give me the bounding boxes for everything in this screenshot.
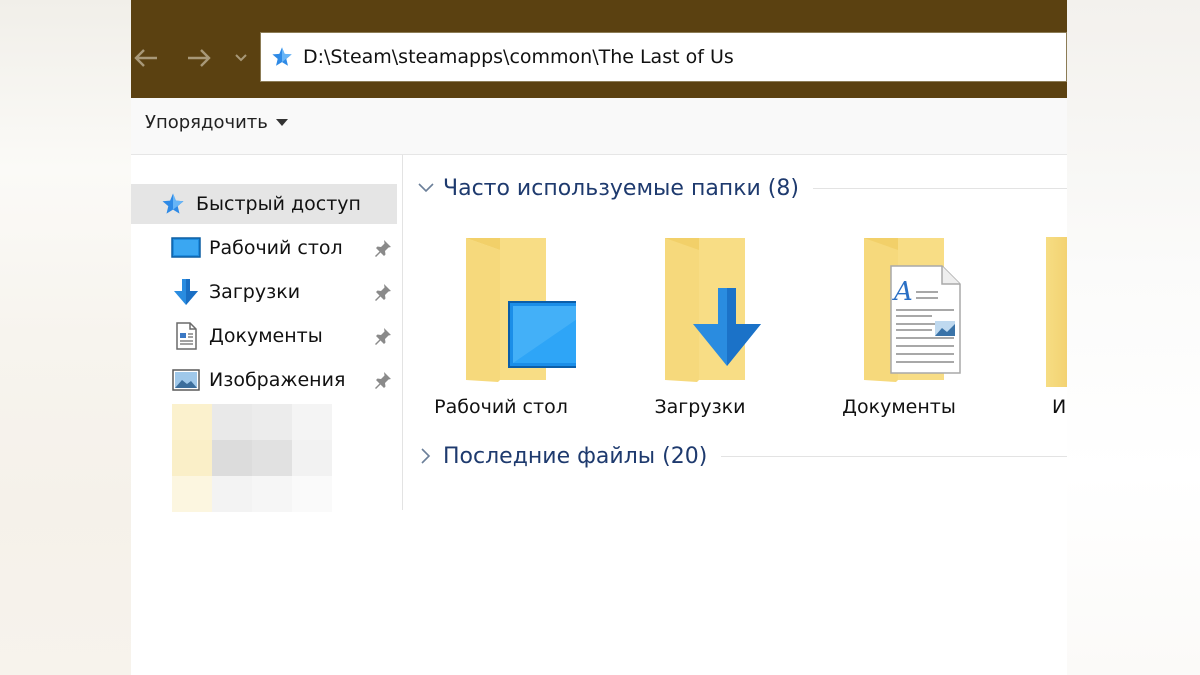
folder-label-partial: И bbox=[1052, 396, 1067, 418]
title-bar: D:\Steam\steamapps\common\The Last of Us bbox=[131, 0, 1067, 98]
documents-folder-icon: A bbox=[864, 238, 961, 382]
folder-tile-desktop[interactable]: Рабочий стол bbox=[416, 234, 586, 424]
address-bar[interactable]: D:\Steam\steamapps\common\The Last of Us bbox=[260, 32, 1067, 82]
sidebar-item-label: Документы bbox=[209, 325, 323, 347]
document-icon bbox=[171, 321, 201, 351]
blurred-background-left bbox=[0, 0, 131, 675]
group-divider bbox=[721, 455, 1067, 457]
sidebar-item-pictures[interactable]: Изображения bbox=[131, 360, 397, 400]
content-pane: Часто используемые папки (8) Рабочий сто… bbox=[403, 155, 1067, 675]
sidebar-item-label: Загрузки bbox=[209, 281, 301, 303]
sidebar-item-label: Изображения bbox=[209, 369, 346, 391]
sidebar-item-label: Рабочий стол bbox=[209, 237, 343, 259]
pictures-folder-icon-partial bbox=[1046, 237, 1067, 387]
sidebar-item-downloads[interactable]: Загрузки bbox=[131, 272, 397, 312]
caret-down-icon bbox=[275, 118, 288, 126]
blurred-background-right bbox=[1067, 0, 1200, 675]
chevron-down-icon[interactable] bbox=[411, 182, 441, 194]
desktop-folder-icon bbox=[466, 238, 576, 382]
forward-button[interactable] bbox=[184, 44, 214, 72]
sort-button[interactable]: Упорядочить bbox=[145, 112, 288, 133]
group-title: Последние файлы (20) bbox=[443, 443, 708, 469]
toolbar: Упорядочить bbox=[131, 98, 1067, 155]
pixelated-censored-area bbox=[172, 404, 332, 512]
pin-icon[interactable] bbox=[373, 282, 393, 306]
group-header-recent-files[interactable]: Последние файлы (20) bbox=[403, 439, 1067, 473]
chevron-down-icon bbox=[235, 54, 247, 62]
sidebar-item-documents[interactable]: Документы bbox=[131, 316, 397, 356]
folder-label: Рабочий стол bbox=[434, 396, 568, 418]
pin-icon[interactable] bbox=[373, 238, 393, 262]
folder-label: Документы bbox=[842, 396, 956, 418]
address-path[interactable]: D:\Steam\steamapps\common\The Last of Us bbox=[303, 46, 734, 68]
navigation-pane: Быстрый доступ Рабочий стол Загрузки Док… bbox=[131, 155, 403, 512]
file-explorer-window: D:\Steam\steamapps\common\The Last of Us… bbox=[131, 0, 1067, 675]
group-title: Часто используемые папки (8) bbox=[443, 175, 799, 201]
sidebar-item-desktop[interactable]: Рабочий стол bbox=[131, 228, 397, 268]
folder-tile-downloads[interactable]: Загрузки bbox=[615, 234, 785, 424]
folder-label: Загрузки bbox=[654, 396, 746, 418]
group-divider bbox=[812, 187, 1067, 189]
folder-tile-documents[interactable]: A Документы bbox=[814, 234, 984, 424]
downloads-folder-icon bbox=[665, 238, 761, 382]
group-header-frequent-folders[interactable]: Часто используемые папки (8) bbox=[403, 171, 1067, 205]
pin-icon[interactable] bbox=[373, 370, 393, 394]
chevron-right-icon[interactable] bbox=[411, 447, 441, 465]
sort-label: Упорядочить bbox=[145, 112, 268, 133]
pictures-icon bbox=[171, 365, 201, 395]
sidebar-item-quick-access[interactable]: Быстрый доступ bbox=[131, 184, 397, 224]
quick-access-star-icon bbox=[158, 189, 188, 219]
arrow-right-icon bbox=[188, 49, 211, 67]
arrow-left-icon bbox=[134, 49, 157, 67]
quick-access-star-icon bbox=[271, 46, 293, 68]
desktop-icon bbox=[171, 233, 201, 263]
recent-locations-button[interactable] bbox=[227, 44, 255, 72]
download-icon bbox=[171, 277, 201, 307]
svg-text:A: A bbox=[892, 277, 913, 307]
pin-icon[interactable] bbox=[373, 326, 393, 350]
sidebar-item-label: Быстрый доступ bbox=[196, 193, 361, 215]
back-button[interactable] bbox=[131, 44, 161, 72]
